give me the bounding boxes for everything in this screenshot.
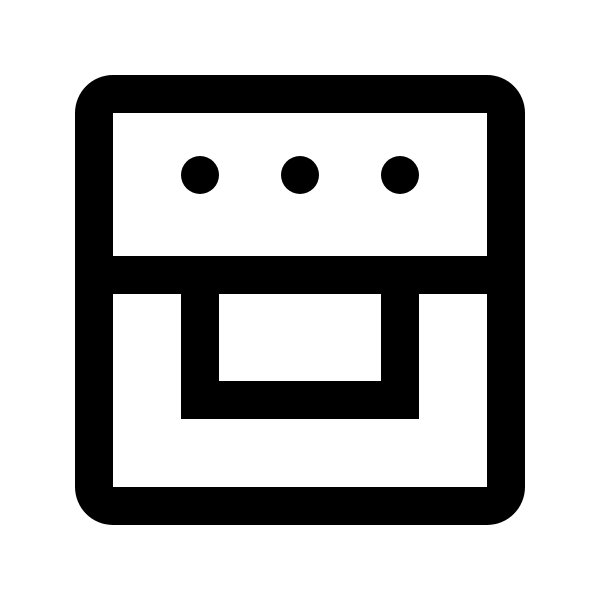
control-knob-left xyxy=(181,156,219,194)
oven-door-window xyxy=(181,294,419,419)
control-panel-divider xyxy=(113,256,487,294)
icon-canvas xyxy=(0,0,600,600)
control-knob-right xyxy=(381,156,419,194)
control-knob-middle xyxy=(281,156,319,194)
oven-frame xyxy=(75,75,525,525)
oven-icon xyxy=(75,75,525,525)
